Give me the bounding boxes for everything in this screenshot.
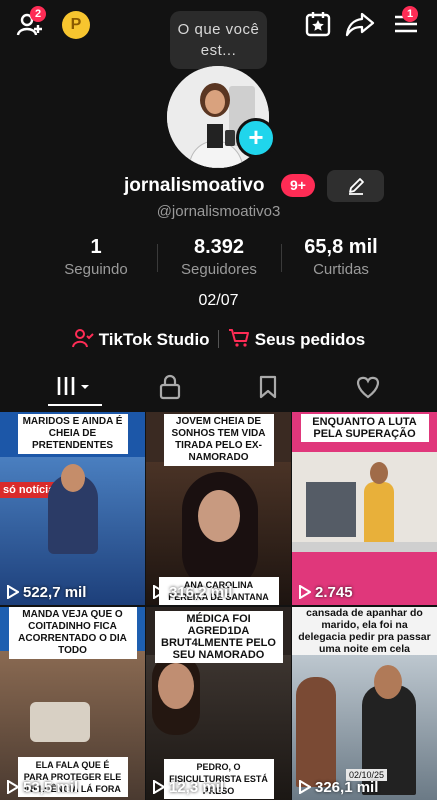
studio-person-icon — [72, 329, 94, 348]
person-head — [370, 462, 388, 484]
video-caption: JOVEM CHEIA DE SONHOS TEM VIDA TIRADA PE… — [163, 414, 274, 466]
calendar-star-icon — [305, 12, 331, 37]
tab-liked[interactable] — [354, 374, 382, 405]
view-count: 326,1 mil — [299, 779, 378, 796]
view-count: 2.745 — [299, 584, 353, 601]
person-right-face — [374, 665, 402, 699]
play-icon — [299, 779, 312, 795]
lock-icon — [159, 374, 181, 400]
tab-private[interactable] — [158, 374, 182, 405]
stat-label: Curtidas — [313, 261, 369, 278]
menu-badge: 1 — [402, 6, 418, 22]
username: jornalismoativo — [124, 175, 265, 196]
heart-icon — [356, 376, 380, 399]
stat-value: 8.392 — [193, 236, 245, 258]
bio: 02/07 — [198, 292, 239, 309]
person-left — [296, 677, 336, 787]
tab-videos[interactable] — [56, 374, 94, 405]
video-thumbnail[interactable]: só notícias MARIDOS E AINDA É CHEIA DE P… — [0, 412, 145, 605]
person-face — [158, 663, 194, 709]
stat-value: 1 — [90, 236, 102, 258]
cart-icon — [229, 329, 249, 347]
calendar-button[interactable] — [302, 8, 334, 40]
presenter-head — [61, 464, 85, 492]
add-story-button[interactable]: + — [236, 118, 276, 158]
view-count: 53,5 mil — [7, 779, 78, 796]
play-icon — [153, 584, 166, 600]
tiktok-studio-label: TikTok Studio — [98, 330, 210, 349]
video-thumbnail[interactable]: MANDA VEJA QUE O COITADINHO FICA ACORREN… — [0, 607, 145, 800]
stat-following[interactable]: 1 Seguindo — [26, 236, 166, 278]
video-caption: cansada de apanhar do marido, ela foi na… — [298, 607, 431, 655]
person-dress — [364, 482, 394, 544]
grid-icon — [57, 377, 89, 395]
scene-object — [30, 702, 90, 742]
stat-label: Seguidores — [181, 261, 257, 278]
video-caption: MÉDICA FOI AGRED1DA BRUT4LMENTE PELO SEU… — [154, 611, 283, 663]
view-count: 316,2 mil — [153, 584, 232, 601]
tab-saved[interactable] — [256, 374, 280, 405]
video-caption: ENQUANTO A LUTA PELA SUPERAÇÃO — [300, 414, 429, 442]
video-thumbnail[interactable]: cansada de apanhar do marido, ela foi na… — [292, 607, 437, 800]
view-count: 12,3 mil — [153, 779, 224, 796]
status-bubble[interactable]: O que você est... — [170, 11, 267, 69]
stat-label: Seguindo — [64, 261, 128, 278]
stat-likes[interactable]: 65,8 mil Curtidas — [271, 236, 411, 278]
video-thumbnail[interactable]: ENQUANTO A LUTA PELA SUPERAÇÃO 2.745 — [292, 412, 437, 605]
add-friends-badge: 2 — [30, 6, 46, 22]
info-strip — [292, 542, 437, 552]
stat-followers[interactable]: 8.392 Seguidores — [149, 236, 289, 278]
video-caption: MARIDOS E AINDA É CHEIA DE PRETENDENTES — [17, 414, 128, 454]
orders-link[interactable]: Seus pedidos — [228, 328, 365, 350]
divider — [218, 330, 219, 348]
stat-value: 65,8 mil — [304, 236, 378, 258]
share-icon — [345, 12, 375, 37]
share-profile-button[interactable] — [344, 8, 376, 40]
play-icon — [7, 779, 20, 795]
video-thumbnail[interactable]: JOVEM CHEIA DE SONHOS TEM VIDA TIRADA PE… — [146, 412, 291, 605]
video-thumbnail[interactable]: MÉDICA FOI AGRED1DA BRUT4LMENTE PELO SEU… — [146, 607, 291, 800]
scene-chair — [306, 482, 356, 537]
play-icon — [299, 584, 312, 600]
video-caption: MANDA VEJA QUE O COITADINHO FICA ACORREN… — [8, 607, 137, 659]
orders-label: Seus pedidos — [254, 330, 366, 349]
pencil-icon — [349, 178, 364, 195]
play-icon — [153, 779, 166, 795]
edit-profile-button[interactable] — [327, 170, 384, 202]
view-count: 522,7 mil — [7, 584, 86, 601]
coins-button[interactable]: P — [62, 11, 90, 39]
notification-badge[interactable]: 9+ — [281, 174, 315, 197]
tiktok-studio-link[interactable]: TikTok Studio — [72, 328, 210, 350]
person-face — [198, 490, 240, 542]
coin-icon: P — [70, 16, 82, 33]
active-tab-indicator — [48, 404, 102, 406]
bookmark-icon — [259, 375, 277, 399]
play-icon — [7, 584, 20, 600]
user-handle: @jornalismoativo3 — [156, 203, 281, 220]
